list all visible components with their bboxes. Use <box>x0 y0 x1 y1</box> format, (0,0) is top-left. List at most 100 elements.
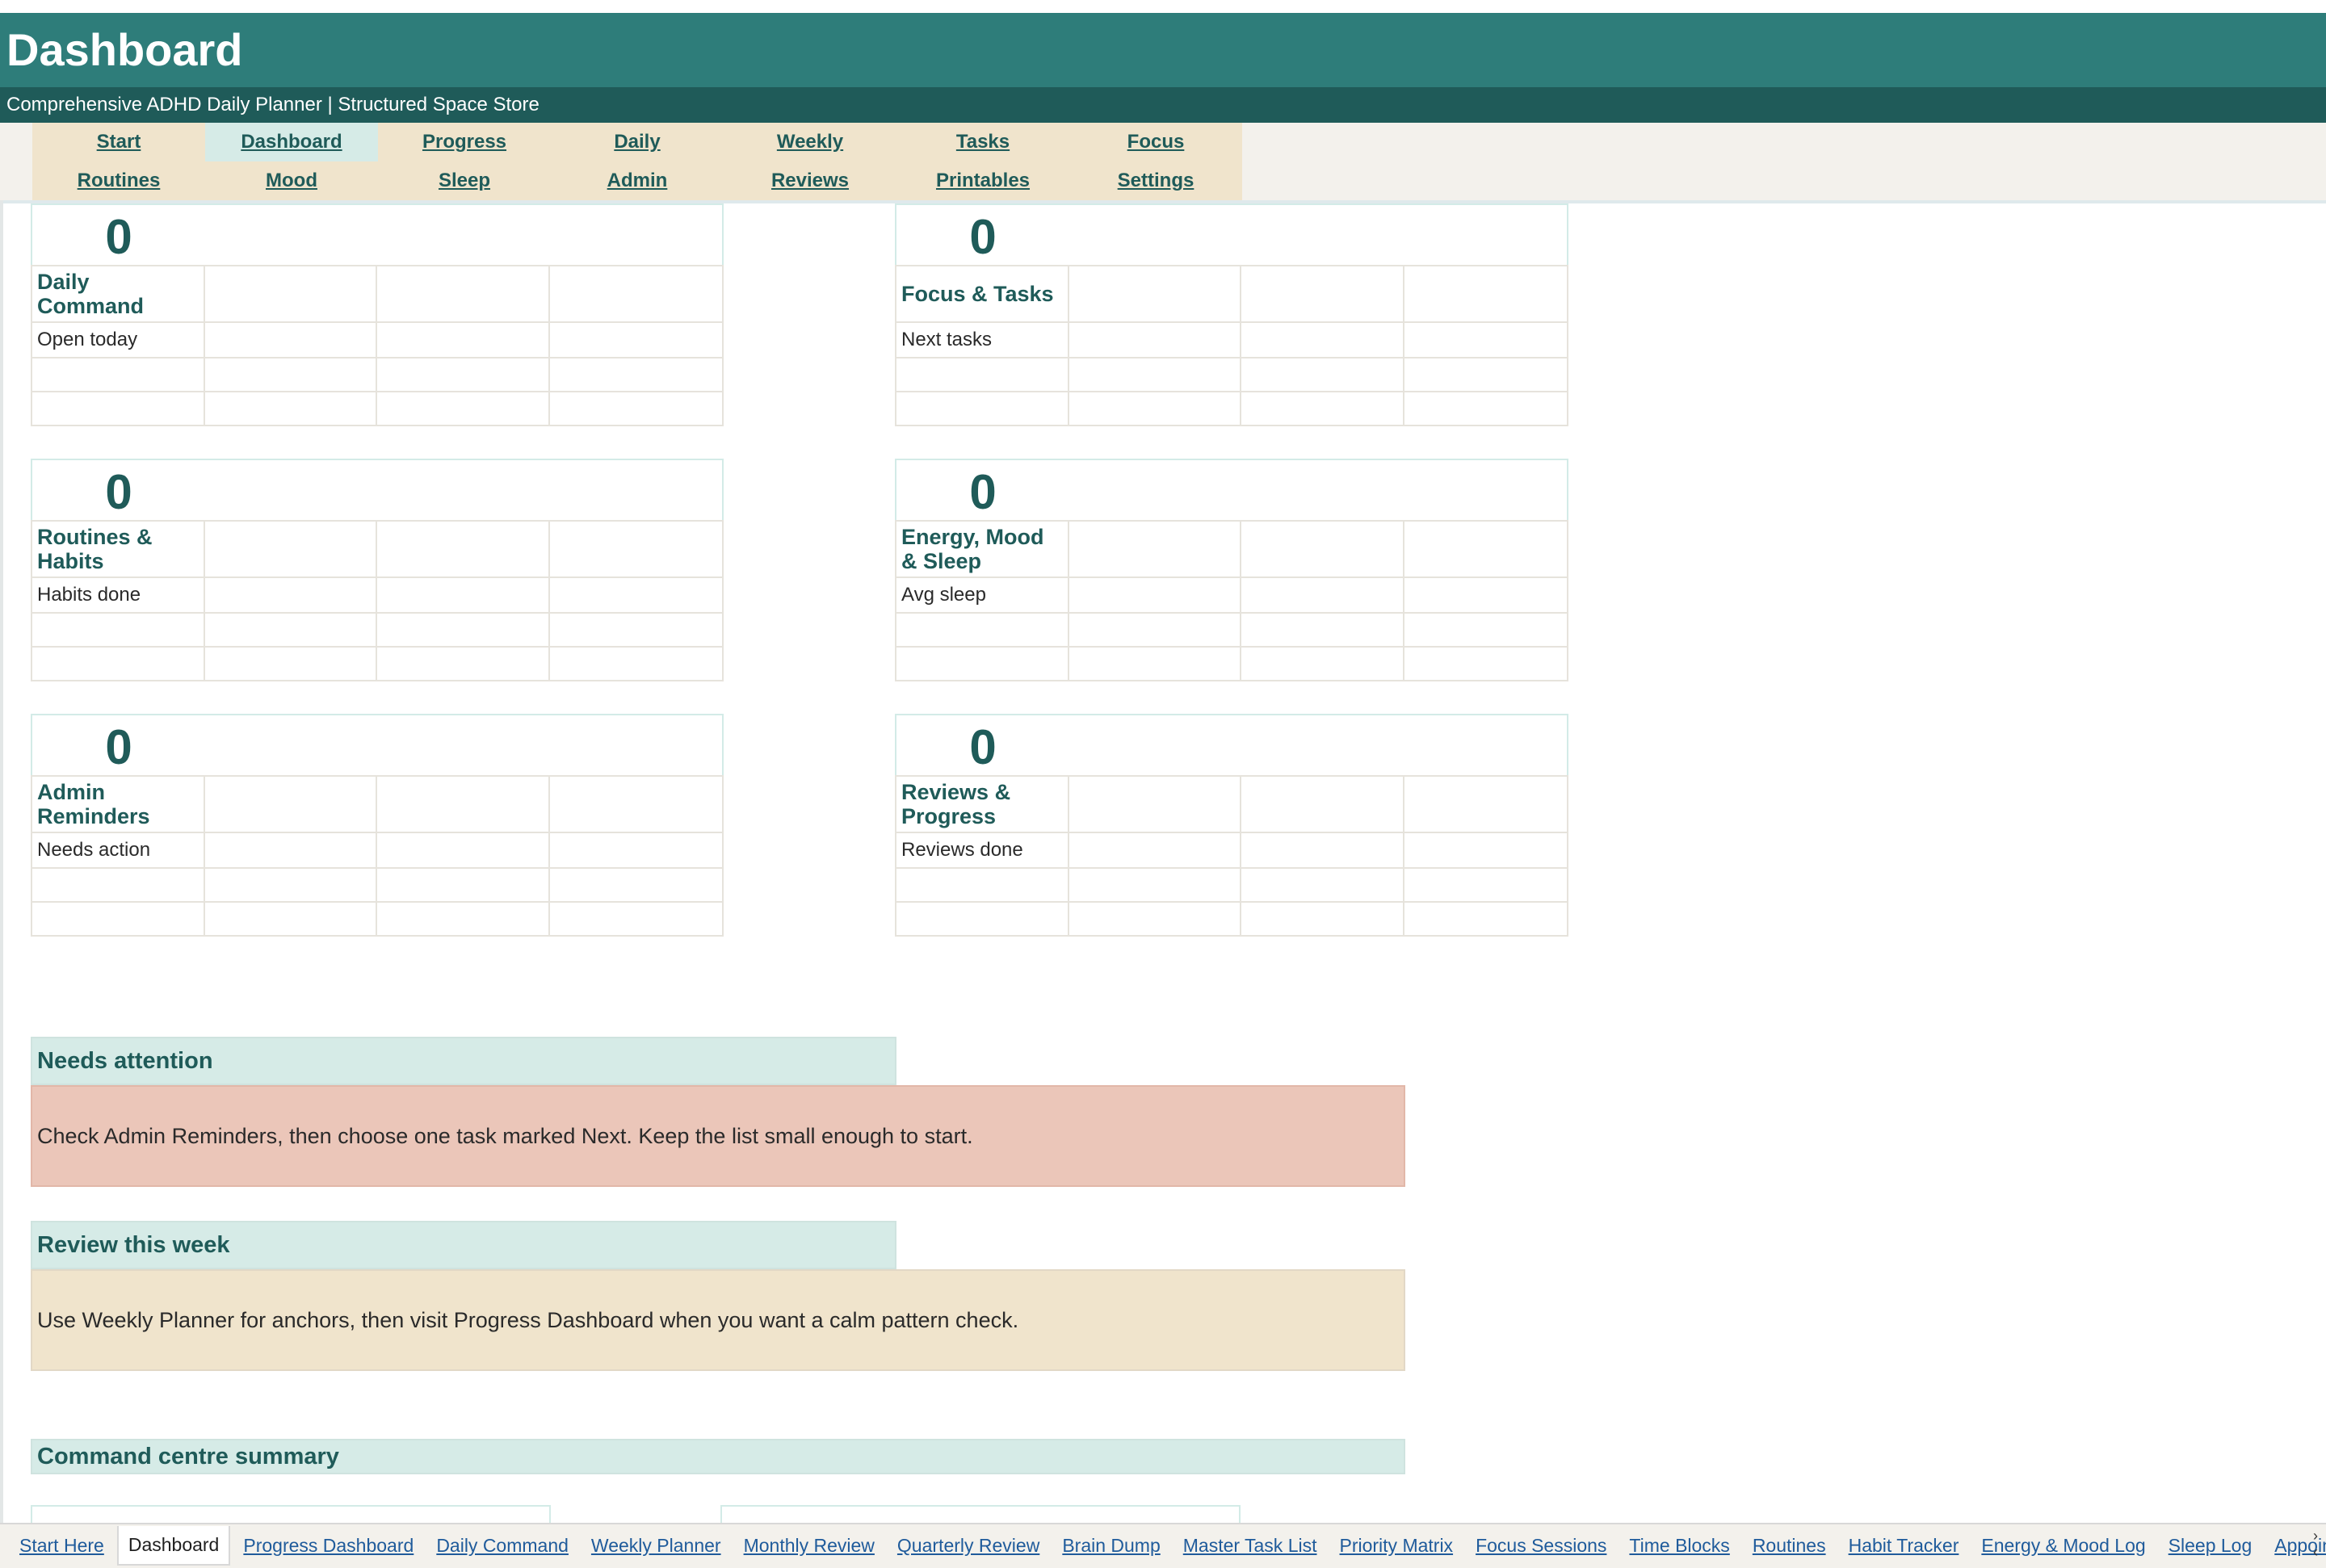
kpi-value-cell: 0 <box>31 203 724 265</box>
tab-scroll-arrows[interactable]: › ‹ <box>2310 1528 2321 1560</box>
nav-weekly[interactable]: Weekly <box>724 123 896 161</box>
kpi-metric: Needs action <box>31 832 205 869</box>
grid-cell <box>31 867 205 903</box>
grid-cell <box>895 391 1069 426</box>
sheet-tab-routines[interactable]: Routines <box>1753 1535 1826 1557</box>
sheet-tab-bar: Start Here Dashboard Progress Dashboard … <box>0 1523 2326 1568</box>
kpi-grid: Admin Reminders Needs action <box>31 775 724 937</box>
grid-cell <box>1067 867 1242 903</box>
grid-cell <box>548 265 724 323</box>
grid-cell <box>1402 576 1569 614</box>
kpi-metric: Next tasks <box>895 321 1069 358</box>
grid-cell <box>31 646 205 681</box>
kpi-grid: Energy, Mood & Sleep Avg sleep <box>895 520 1569 681</box>
grid-cell <box>376 832 550 869</box>
grid-cell <box>1067 901 1242 937</box>
chevron-right-icon[interactable]: › <box>2310 1528 2321 1544</box>
grid-cell <box>548 612 724 648</box>
kpi-metric: Reviews done <box>895 832 1069 869</box>
grid-cell <box>1240 612 1404 648</box>
sheet-tab-sleep-log[interactable]: Sleep Log <box>2169 1535 2253 1557</box>
grid-cell <box>376 612 550 648</box>
grid-cell <box>203 321 378 358</box>
kpi-value-cell: 0 <box>895 459 1568 520</box>
grid-cell <box>1240 321 1404 358</box>
nav-progress[interactable]: Progress <box>378 123 551 161</box>
page-subtitle: Comprehensive ADHD Daily Planner | Struc… <box>6 94 540 115</box>
sheet-tab-quarterly-review[interactable]: Quarterly Review <box>897 1535 1039 1557</box>
sheet-tab-focus-sessions[interactable]: Focus Sessions <box>1476 1535 1606 1557</box>
grid-cell <box>1240 832 1404 869</box>
grid-cell <box>376 391 550 426</box>
kpi-metric: Open today <box>31 321 205 358</box>
grid-cell <box>376 265 550 323</box>
nav-dashboard[interactable]: Dashboard <box>205 123 378 161</box>
grid-cell <box>203 265 378 323</box>
sheet-tab-energy-mood-log[interactable]: Energy & Mood Log <box>1981 1535 2145 1557</box>
grid-cell <box>1240 357 1404 392</box>
grid-cell <box>1067 357 1242 392</box>
grid-cell <box>203 520 378 578</box>
grid-cell <box>548 901 724 937</box>
nav-mood[interactable]: Mood <box>205 161 378 200</box>
grid-cell <box>31 357 205 392</box>
page-title: Dashboard <box>6 24 243 75</box>
nav-start[interactable]: Start <box>32 123 205 161</box>
grid-cell <box>376 867 550 903</box>
sheet-tab-master-task-list[interactable]: Master Task List <box>1183 1535 1317 1557</box>
nav-reviews[interactable]: Reviews <box>724 161 896 200</box>
kpi-card-energy-mood-sleep: 0 Energy, Mood & Sleep Avg sleep <box>895 459 1569 681</box>
nav-settings[interactable]: Settings <box>1069 161 1242 200</box>
kpi-grid: Reviews & Progress Reviews done <box>895 775 1569 937</box>
sheet-tab-brain-dump[interactable]: Brain Dump <box>1062 1535 1160 1557</box>
grid-cell <box>31 612 205 648</box>
nav-sleep[interactable]: Sleep <box>378 161 551 200</box>
kpi-value-cell: 0 <box>895 714 1568 775</box>
grid-cell <box>1402 520 1569 578</box>
grid-cell <box>1402 321 1569 358</box>
grid-cell <box>203 612 378 648</box>
nav-tasks[interactable]: Tasks <box>896 123 1069 161</box>
sheet-tab-priority-matrix[interactable]: Priority Matrix <box>1340 1535 1454 1557</box>
sheet-tab-time-blocks[interactable]: Time Blocks <box>1629 1535 1729 1557</box>
grid-cell <box>548 520 724 578</box>
needs-attention-text: Check Admin Reminders, then choose one t… <box>31 1085 1405 1187</box>
needs-attention-heading: Needs attention <box>31 1037 896 1085</box>
grid-cell <box>376 775 550 833</box>
sheet-tab-monthly-review[interactable]: Monthly Review <box>744 1535 875 1557</box>
sheet-tab-daily-command[interactable]: Daily Command <box>436 1535 569 1557</box>
nav-routines[interactable]: Routines <box>32 161 205 200</box>
nav-admin[interactable]: Admin <box>551 161 724 200</box>
grid-cell <box>376 321 550 358</box>
grid-cell <box>1402 832 1569 869</box>
nav-printables[interactable]: Printables <box>896 161 1069 200</box>
nav-daily[interactable]: Daily <box>551 123 724 161</box>
nav-focus[interactable]: Focus <box>1069 123 1242 161</box>
grid-cell <box>31 901 205 937</box>
kpi-card-routines-habits: 0 Routines & Habits Habits done <box>31 459 724 681</box>
page-header: Dashboard <box>0 13 2326 87</box>
grid-cell <box>548 321 724 358</box>
kpi-value: 0 <box>969 465 997 519</box>
sheet-tab-progress-dashboard[interactable]: Progress Dashboard <box>243 1535 414 1557</box>
sheet-tab-start-here[interactable]: Start Here <box>19 1535 104 1557</box>
sheet-tab-weekly-planner[interactable]: Weekly Planner <box>591 1535 721 1557</box>
grid-cell <box>548 867 724 903</box>
grid-cell <box>1067 391 1242 426</box>
grid-cell <box>203 357 378 392</box>
grid-cell <box>548 576 724 614</box>
kpi-value: 0 <box>969 210 997 264</box>
grid-cell <box>895 867 1069 903</box>
grid-cell <box>1402 612 1569 648</box>
chevron-left-icon[interactable]: ‹ <box>2310 1544 2321 1560</box>
kpi-card-admin-reminders: 0 Admin Reminders Needs action <box>31 714 724 937</box>
grid-cell <box>203 832 378 869</box>
review-week-heading: Review this week <box>31 1221 896 1269</box>
sheet-tab-habit-tracker[interactable]: Habit Tracker <box>1849 1535 1959 1557</box>
grid-cell <box>1067 612 1242 648</box>
grid-cell <box>203 775 378 833</box>
grid-cell <box>1402 901 1569 937</box>
sheet-tab-dashboard[interactable]: Dashboard <box>116 1525 231 1566</box>
grid-cell <box>895 901 1069 937</box>
grid-cell <box>1402 775 1569 833</box>
